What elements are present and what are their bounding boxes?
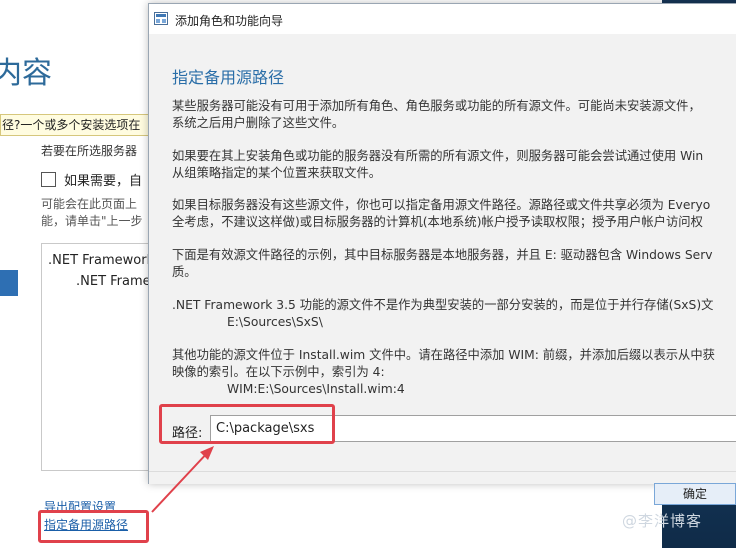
path-highlight-box [159,404,335,444]
feature-subitem: .NET Frame [76,274,151,289]
dialog-titlebar[interactable]: 添加角色和功能向导 [149,4,736,34]
paragraph-line: 从组策略指定的某个位置来获取文件。 [172,166,382,180]
note-line-1: 可能会在此页面上 [41,197,138,211]
footer-divider [149,471,736,472]
paragraph-line: 系统之后用户删除了这些文件。 [172,116,345,130]
paragraph-6: 其他功能的源文件位于 Install.wim 文件中。请在路径中添加 WIM: … [172,347,715,398]
ok-button[interactable]: 确定 [654,483,736,505]
restart-checkbox-row[interactable]: 如果需要，自 [41,170,142,189]
watermark: @李洋博客 [622,512,703,530]
paragraph-1: 某些服务器可能没有可用于添加所有角色、角色服务或功能的所有源文件。可能尚未安装源… [172,98,701,132]
paragraph-line: 全考虑，不建议这样做)或目标服务器的计算机(本地系统)帐户授予读取权限；授予用户… [172,215,703,229]
paragraph-5: .NET Framework 3.5 功能的源文件不是作为典型安装的一部分安装的… [172,297,713,331]
warning-banner: 径?一个或多个安装选项在 [0,114,152,136]
note-text: 可能会在此页面上 能，请单击"上一步 [41,196,143,230]
restart-checkbox[interactable] [41,172,56,187]
example-path: E:\Sources\SxS\ [227,315,323,329]
feature-item: .NET Framework [48,253,153,268]
dialog-heading: 指定备用源路径 [172,68,285,87]
server-manager-icon [154,12,168,25]
paragraph-4: 下面是有效源文件路径的示例，其中目标服务器是本地服务器，并且 E: 驱动器包含 … [172,247,713,281]
dialog-title: 添加角色和功能向导 [175,14,284,28]
wizard-page-title: 内容 [0,56,52,91]
restart-checkbox-label: 如果需要，自 [64,174,143,189]
paragraph-3: 如果目标服务器没有这些源文件，你也可以指定备用源文件路径。源路径或文件共享必须为… [172,197,710,231]
link-highlight-box [38,510,149,543]
paragraph-line: 映像的索引。在以下示例中，索引为 4: [172,365,385,379]
paragraph-line: 如果目标服务器没有这些源文件，你也可以指定备用源文件路径。源路径或文件共享必须为… [172,198,711,212]
instruction-text: 若要在所选服务器 [41,144,138,158]
paragraph-line: 下面是有效源文件路径的示例，其中目标服务器是本地服务器，并且 E: 驱动器包含 … [172,248,713,262]
paragraph-line: 质。 [172,265,197,279]
note-line-2: 能，请单击"上一步 [41,214,143,228]
features-list[interactable]: .NET Framework .NET Frame [41,243,153,471]
example-wim-path: WIM:E:\Sources\Install.wim:4 [227,382,405,396]
paragraph-line: .NET Framework 3.5 功能的源文件不是作为典型安装的一部分安装的… [172,298,714,312]
nav-selected-indicator [0,270,18,296]
paragraph-line: 其他功能的源文件位于 Install.wim 文件中。请在路径中添加 WIM: … [172,348,715,362]
paragraph-line: 某些服务器可能没有可用于添加所有角色、角色服务或功能的所有源文件。可能尚未安装源… [172,99,701,113]
paragraph-line: 如果要在其上安装角色或功能的服务器没有所需的所有源文件，则服务器可能会尝试通过使… [172,149,704,163]
paragraph-2: 如果要在其上安装角色或功能的服务器没有所需的所有源文件，则服务器可能会尝试通过使… [172,148,703,182]
